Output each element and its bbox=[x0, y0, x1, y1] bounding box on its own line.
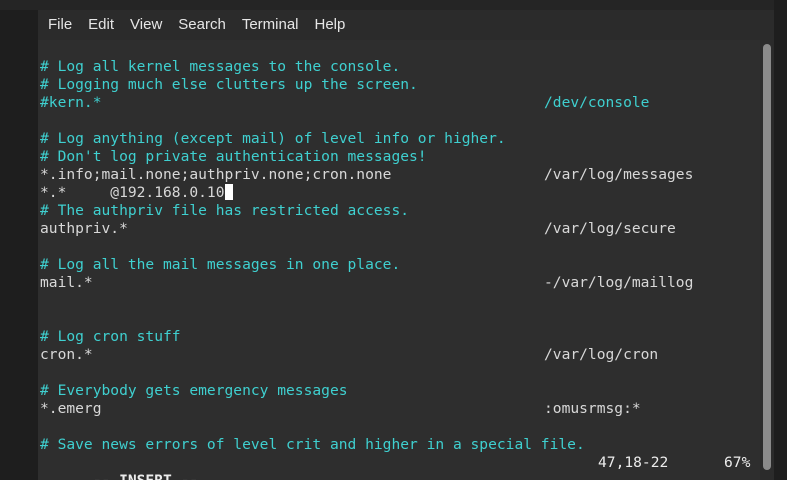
menu-search[interactable]: Search bbox=[170, 10, 234, 40]
line-text: # The authpriv file has restricted acces… bbox=[40, 202, 410, 219]
vertical-scrollbar[interactable] bbox=[760, 40, 774, 480]
line-text: *.info;mail.none;authpriv.none;cron.none bbox=[40, 166, 392, 183]
editor-line: # Log all kernel messages to the console… bbox=[40, 58, 400, 76]
line-text: # Save news errors of level crit and hig… bbox=[40, 436, 585, 453]
line-text: *.emerg bbox=[40, 400, 102, 417]
menu-edit[interactable]: Edit bbox=[80, 10, 122, 40]
line-text: # Don't log private authentication messa… bbox=[40, 148, 427, 165]
line-target: /var/log/messages bbox=[544, 166, 694, 183]
editor-line: *.emerg :omusrmsg:* bbox=[40, 400, 641, 418]
line-text: # Log cron stuff bbox=[40, 328, 181, 345]
vim-status-line: -- INSERT -- 47,18-22 67% bbox=[40, 454, 756, 480]
editor-line: authpriv.* /var/log/secure bbox=[40, 220, 676, 238]
scrollbar-thumb[interactable] bbox=[763, 44, 771, 470]
line-text: # Log all kernel messages to the console… bbox=[40, 58, 401, 75]
line-text: authpriv.* bbox=[40, 220, 128, 237]
editor-line: # Logging much else clutters up the scre… bbox=[40, 76, 418, 94]
line-target: /var/log/cron bbox=[544, 346, 659, 363]
terminal-window: File Edit View Search Terminal Help # Lo… bbox=[38, 10, 776, 480]
desktop-right-strip bbox=[774, 0, 787, 480]
editor-line: *.info;mail.none;authpriv.none;cron.none… bbox=[40, 166, 693, 184]
menu-bar: File Edit View Search Terminal Help bbox=[38, 10, 776, 40]
menu-terminal[interactable]: Terminal bbox=[234, 10, 307, 40]
editor-line: cron.* /var/log/cron bbox=[40, 346, 658, 364]
line-target: /dev/console bbox=[544, 94, 650, 111]
text-cursor bbox=[224, 184, 233, 200]
editor-line: # Save news errors of level crit and hig… bbox=[40, 436, 585, 454]
editor-line: # The authpriv file has restricted acces… bbox=[40, 202, 409, 220]
line-text: cron.* bbox=[40, 346, 93, 363]
line-target: /var/log/secure bbox=[544, 220, 676, 237]
line-text: # Everybody gets emergency messages bbox=[40, 382, 348, 399]
menu-help[interactable]: Help bbox=[307, 10, 354, 40]
editor-line: # Log all the mail messages in one place… bbox=[40, 256, 400, 274]
line-target: -/var/log/maillog bbox=[544, 274, 694, 291]
editor-line-current: *.* @192.168.0.10 bbox=[40, 184, 233, 202]
mode-indicator: -- INSERT -- bbox=[93, 472, 198, 480]
line-text: # Log all the mail messages in one place… bbox=[40, 256, 401, 273]
editor-line: mail.* -/var/log/maillog bbox=[40, 274, 693, 292]
line-text: #kern.* bbox=[40, 94, 102, 111]
line-target: :omusrmsg:* bbox=[544, 400, 641, 417]
editor-line: # Don't log private authentication messa… bbox=[40, 148, 427, 166]
scroll-percent: 67% bbox=[724, 454, 751, 471]
line-text: # Logging much else clutters up the scre… bbox=[40, 76, 418, 93]
menu-view[interactable]: View bbox=[122, 10, 170, 40]
cursor-position: 47,18-22 bbox=[598, 454, 669, 471]
editor-line: # Everybody gets emergency messages bbox=[40, 382, 348, 400]
terminal-text-area[interactable]: # Log all kernel messages to the console… bbox=[38, 40, 760, 480]
editor-line: # Log anything (except mail) of level in… bbox=[40, 130, 506, 148]
line-text: # Log anything (except mail) of level in… bbox=[40, 130, 506, 147]
line-text: mail.* bbox=[40, 274, 93, 291]
desktop-top-strip bbox=[0, 0, 787, 10]
line-text: *.* @192.168.0.10 bbox=[40, 184, 225, 201]
menu-file[interactable]: File bbox=[40, 10, 80, 40]
editor-line: # Log cron stuff bbox=[40, 328, 181, 346]
editor-line: #kern.* /dev/console bbox=[40, 94, 649, 112]
